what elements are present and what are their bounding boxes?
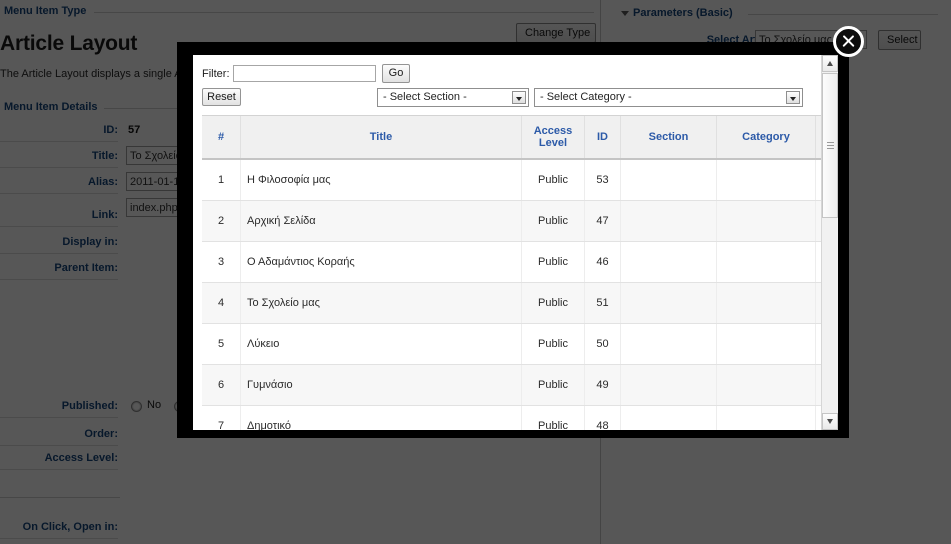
section-select-value: - Select Section - [383,91,467,103]
table-row[interactable]: 5ΛύκειοPublic5019.01.11 [202,323,821,365]
table-row[interactable]: 4Το Σχολείο μαςPublic5119.01.11 [202,282,821,324]
column-header-id[interactable]: ID [584,115,621,160]
column-header-section[interactable]: Section [620,115,717,160]
cell-number: 6 [202,364,241,406]
cell-category [716,405,816,430]
cell-id: 49 [584,364,621,406]
cell-section [620,241,717,283]
cell-title[interactable]: Ο Αδαμάντιος Κοραής [240,241,522,283]
cell-category [716,323,816,365]
close-icon[interactable] [833,26,864,57]
cell-access-level: Public [521,323,585,365]
chevron-down-icon[interactable] [512,91,526,104]
cell-title[interactable]: Το Σχολείο μας [240,282,522,324]
filter-reset-button[interactable]: Reset [202,88,241,106]
filter-input[interactable] [233,65,376,82]
filter-label: Filter: [202,68,230,80]
cell-section [620,323,717,365]
table-header-row: # Title Access Level ID Section Category… [202,115,821,160]
article-list-table: # Title Access Level ID Section Category… [202,115,821,430]
cell-category [716,159,816,201]
column-header-category[interactable]: Category [716,115,816,160]
cell-number: 7 [202,405,241,430]
cell-access-level: Public [521,405,585,430]
cell-id: 51 [584,282,621,324]
filter-bar: Filter: Go Reset - Select Section - - Se… [193,55,821,107]
cell-title[interactable]: Λύκειο [240,323,522,365]
cell-access-level: Public [521,282,585,324]
scrollbar-thumb[interactable] [822,73,838,218]
cell-category [716,364,816,406]
cell-id: 53 [584,159,621,201]
cell-access-level: Public [521,200,585,242]
table-row[interactable]: 7ΔημοτικόPublic4819.01.11 [202,405,821,430]
section-select[interactable]: - Select Section - [377,88,529,107]
category-select[interactable]: - Select Category - [534,88,803,107]
cell-number: 5 [202,323,241,365]
column-header-number[interactable]: # [202,115,241,160]
cell-title[interactable]: Η Φιλοσοφία μας [240,159,522,201]
cell-id: 50 [584,323,621,365]
table-row[interactable]: 2Αρχική ΣελίδαPublic4718.01.11 [202,200,821,242]
cell-title[interactable]: Αρχική Σελίδα [240,200,522,242]
modal-body: Filter: Go Reset - Select Section - - Se… [193,55,838,430]
chevron-down-icon[interactable] [786,91,800,104]
table-row[interactable]: 3Ο Αδαμάντιος ΚοραήςPublic4618.01.11 [202,241,821,283]
cell-number: 3 [202,241,241,283]
table-row[interactable]: 1Η Φιλοσοφία μαςPublic5319.01.11 [202,159,821,201]
cell-category [716,241,816,283]
category-select-value: - Select Category - [540,91,632,103]
cell-section [620,405,717,430]
cell-title[interactable]: Γυμνάσιο [240,364,522,406]
cell-category [716,282,816,324]
table-row[interactable]: 6ΓυμνάσιοPublic4919.01.11 [202,364,821,406]
cell-number: 4 [202,282,241,324]
filter-go-button[interactable]: Go [382,64,410,83]
cell-number: 1 [202,159,241,201]
cell-access-level: Public [521,159,585,201]
column-header-title[interactable]: Title [240,115,522,160]
modal-scrollbar[interactable] [821,55,838,430]
cell-section [620,159,717,201]
cell-id: 48 [584,405,621,430]
cell-title[interactable]: Δημοτικό [240,405,522,430]
cell-number: 2 [202,200,241,242]
scroll-down-arrow-icon[interactable] [822,413,838,430]
article-picker-modal: Filter: Go Reset - Select Section - - Se… [178,43,848,437]
cell-section [620,282,717,324]
cell-section [620,200,717,242]
cell-category [716,200,816,242]
cell-id: 46 [584,241,621,283]
cell-access-level: Public [521,241,585,283]
modal-scroll-content: Filter: Go Reset - Select Section - - Se… [193,55,821,430]
column-header-access-level[interactable]: Access Level [521,115,585,160]
cell-id: 47 [584,200,621,242]
cell-section [620,364,717,406]
cell-access-level: Public [521,364,585,406]
scroll-up-arrow-icon[interactable] [822,55,838,72]
